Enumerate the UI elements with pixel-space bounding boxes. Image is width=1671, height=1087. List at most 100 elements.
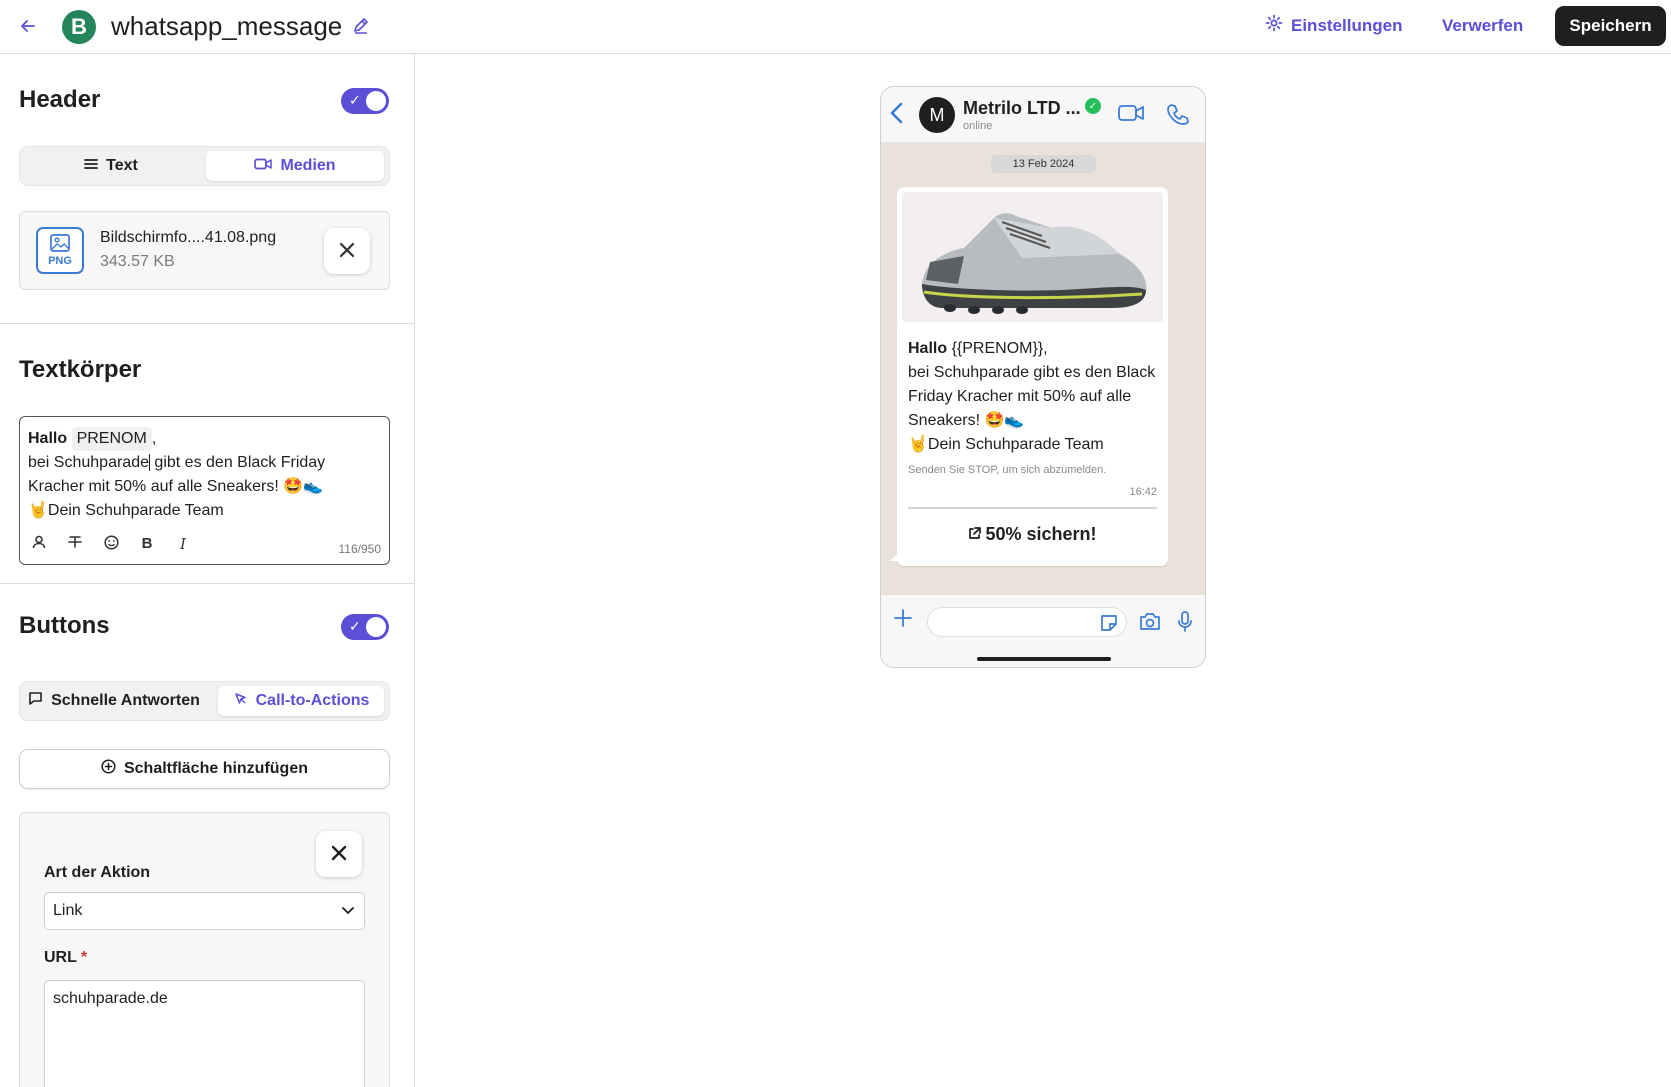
message-line-2: bei Schuhparade gibt es den Black Friday… [908, 364, 1156, 429]
url-label-text: URL [44, 949, 77, 966]
strikethrough-icon[interactable] [66, 535, 84, 554]
message-bubble: Hallo {{PRENOM}}, bei Schuhparade gibt e… [897, 187, 1168, 566]
save-button[interactable]: Speichern [1555, 6, 1666, 46]
microphone-icon [1177, 611, 1193, 638]
cta-preview-button: 50% sichern! [897, 524, 1168, 545]
check-icon: ✓ [349, 618, 361, 634]
url-input[interactable]: schuhparade.de [44, 980, 365, 1087]
discard-button[interactable]: Verwerfen [1442, 16, 1523, 36]
remove-file-button[interactable] [324, 228, 370, 274]
camera-icon [1139, 612, 1161, 636]
greeting-bold: Hallo [28, 430, 68, 447]
header-toggle[interactable]: ✓ [341, 88, 389, 114]
variable-chip[interactable]: PRENOM [71, 427, 152, 451]
required-asterisk: * [81, 949, 88, 966]
chevron-left-icon [889, 99, 903, 131]
header-section-title: Header [19, 86, 101, 113]
app-logo: B [62, 10, 96, 44]
plus-icon [893, 603, 913, 635]
cta-separator [908, 507, 1157, 509]
editor-panel: Header ✓ Text Medien PNG Bildschirmfo...… [0, 54, 415, 1087]
verified-check-icon: ✓ [1085, 98, 1101, 114]
buttons-section-title: Buttons [19, 612, 110, 639]
italic-icon[interactable]: I [174, 535, 192, 554]
toggle-knob [366, 617, 386, 637]
body-line-before-cursor: bei Schuhparade [28, 454, 149, 471]
button-type-tabs: Schnelle Antworten Call-to-Actions [19, 681, 390, 721]
chat-input [927, 607, 1127, 637]
file-size: 343.57 KB [100, 253, 175, 270]
url-label: URL * [44, 949, 87, 967]
top-bar: B whatsapp_message Einstellungen Verwerf… [0, 0, 1671, 54]
sticker-icon [1099, 613, 1119, 638]
remove-action-button[interactable] [316, 831, 362, 877]
contact-avatar: M [919, 97, 955, 133]
body-section-title: Textkörper [19, 356, 142, 383]
header-type-tabs: Text Medien [19, 146, 390, 186]
chat-input-bar [881, 595, 1205, 667]
message-variable: {{PRENOM}}, [947, 340, 1048, 357]
emoji-icon[interactable] [102, 535, 120, 554]
buttons-toggle[interactable]: ✓ [341, 614, 389, 640]
person-icon[interactable] [30, 535, 48, 554]
check-icon: ✓ [349, 92, 361, 108]
body-sign-line: 🤘Dein Schuhparade Team [28, 502, 224, 519]
gear-icon [1265, 14, 1283, 37]
message-text: Hallo {{PRENOM}}, bei Schuhparade gibt e… [908, 337, 1160, 457]
settings-button[interactable]: Einstellungen [1265, 14, 1402, 37]
chat-header: M Metrilo LTD ... ✓ online [881, 87, 1205, 143]
close-icon [331, 840, 347, 868]
header-section: Header ✓ Text Medien PNG Bildschirmfo...… [0, 54, 414, 324]
cta-action-card: Art der Aktion Link URL * schuhparade.de [19, 812, 390, 1087]
phone-call-icon [1167, 103, 1189, 130]
close-icon [339, 237, 355, 265]
chevron-down-icon [342, 902, 354, 918]
variable-trailing: , [151, 430, 157, 447]
tab-quick-replies-label: Schnelle Antworten [51, 692, 200, 709]
chat-bubble-icon [28, 691, 43, 711]
message-footer: Senden Sie STOP, um sich abzumelden. [908, 464, 1107, 476]
tab-media-label: Medien [280, 157, 336, 174]
contact-name: Metrilo LTD ... [963, 98, 1081, 118]
tab-call-to-actions[interactable]: Call-to-Actions [218, 686, 384, 716]
whatsapp-preview-phone: M Metrilo LTD ... ✓ online 13 Feb 2024 H… [880, 86, 1206, 668]
file-name: Bildschirmfo....41.08.png [100, 229, 277, 246]
action-type-label: Art der Aktion [44, 864, 151, 881]
character-counter: 116/950 [338, 542, 382, 556]
body-text-content[interactable]: Hallo PRENOM, bei Schuhparade gibt es de… [28, 427, 383, 523]
page-title: whatsapp_message [111, 11, 343, 41]
uploaded-file-card: PNG Bildschirmfo....41.08.png 343.57 KB [19, 211, 390, 290]
message-greeting: Hallo [908, 340, 948, 357]
tab-text[interactable]: Text [24, 151, 198, 181]
tab-call-to-actions-label: Call-to-Actions [255, 692, 370, 709]
tab-media[interactable]: Medien [206, 151, 384, 181]
plus-circle-icon [101, 759, 116, 779]
message-time: 16:42 [1129, 486, 1157, 498]
body-text-editor[interactable]: Hallo PRENOM, bei Schuhparade gibt es de… [19, 416, 390, 565]
back-arrow-icon[interactable] [16, 14, 40, 38]
lines-icon [84, 157, 99, 175]
add-button-button[interactable]: Schaltfläche hinzufügen [19, 749, 390, 789]
settings-label: Einstellungen [1291, 15, 1403, 35]
cta-preview-label: 50% sichern! [985, 524, 1097, 544]
bold-icon[interactable]: B [138, 535, 156, 554]
cursor-click-icon [233, 691, 248, 711]
edit-title-pencil-icon[interactable] [352, 16, 372, 36]
sneaker-image [902, 192, 1163, 322]
add-button-label: Schaltfläche hinzufügen [123, 760, 308, 777]
formatting-toolbar: B I [30, 535, 192, 554]
png-badge-label: PNG [48, 255, 72, 267]
date-separator: 13 Feb 2024 [991, 155, 1096, 173]
home-indicator [977, 657, 1111, 661]
action-type-value: Link [53, 902, 83, 919]
tab-text-label: Text [106, 157, 138, 174]
toggle-knob [366, 91, 386, 111]
video-camera-icon [254, 157, 273, 175]
tab-quick-replies[interactable]: Schnelle Antworten [24, 686, 204, 716]
video-call-icon [1118, 104, 1144, 127]
contact-status: online [963, 120, 993, 132]
external-link-icon [968, 524, 982, 545]
action-type-select[interactable]: Link [44, 892, 365, 930]
png-file-icon: PNG [36, 227, 84, 274]
message-line-3: 🤘Dein Schuhparade Team [908, 436, 1104, 453]
